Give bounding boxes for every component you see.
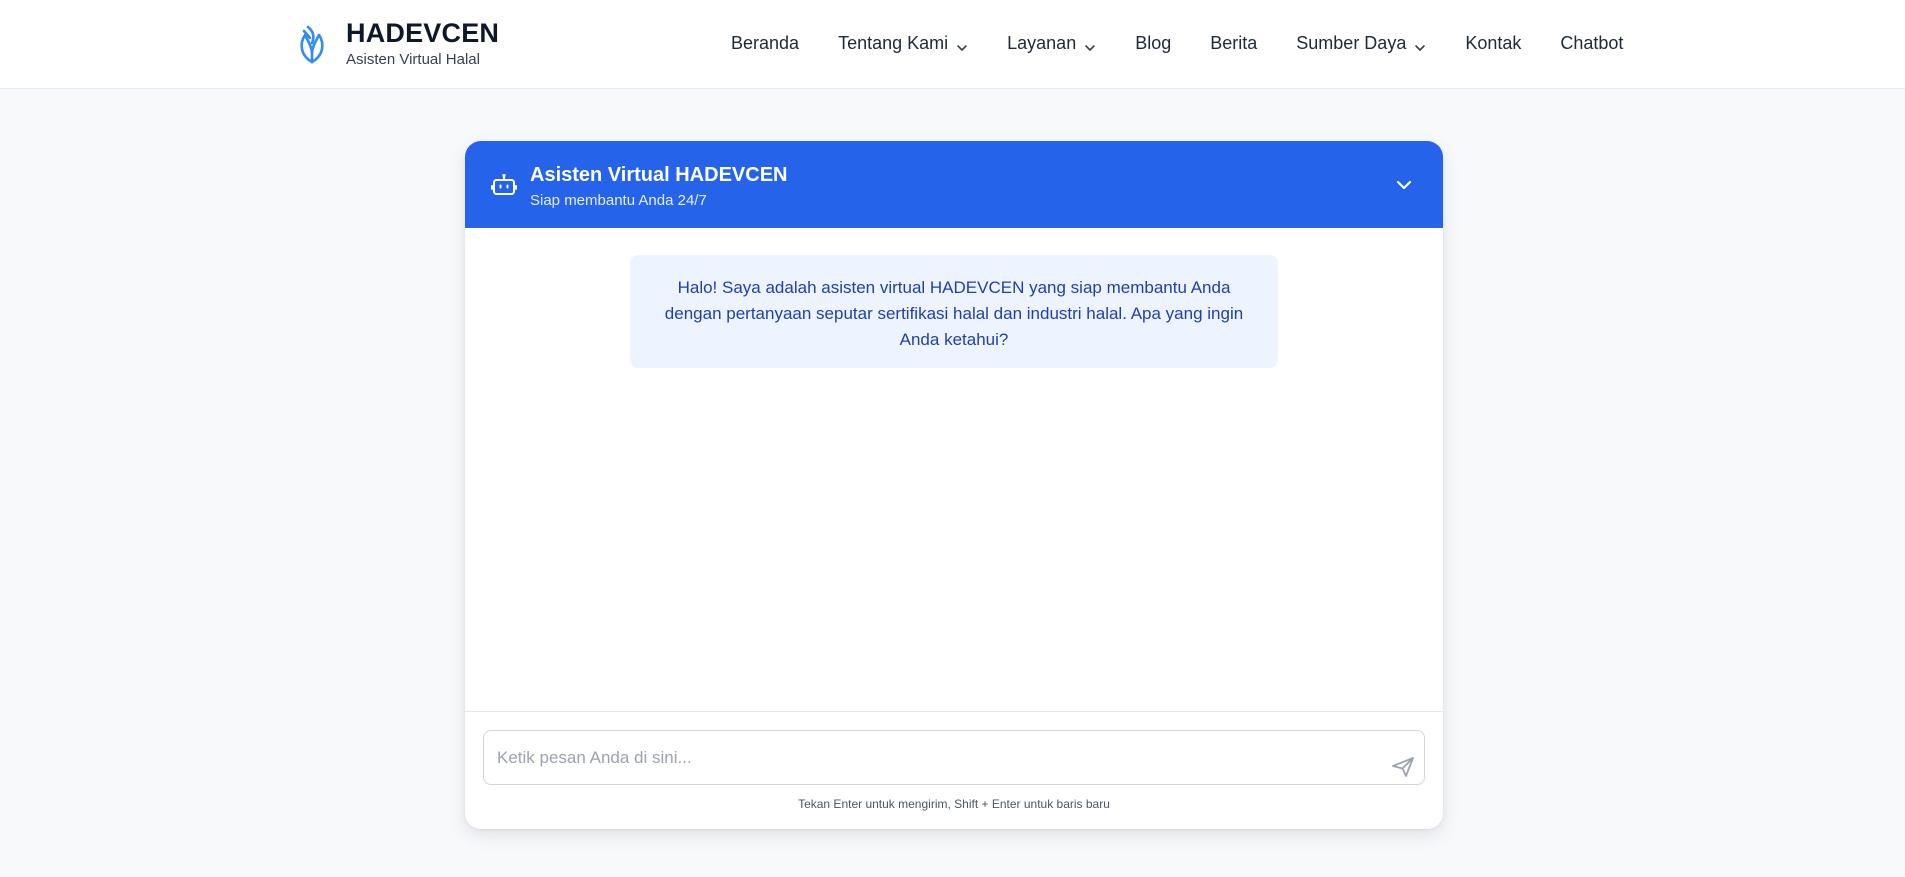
- chat-header: Asisten Virtual HADEVCEN Siap membantu A…: [465, 141, 1443, 228]
- chevron-down-icon: [1414, 37, 1426, 51]
- nav-item-layanan[interactable]: Layanan: [1007, 32, 1096, 54]
- chat-subtitle: Siap membantu Anda 24/7: [530, 192, 707, 209]
- robot-icon: [491, 173, 517, 197]
- nav-item-label: Berita: [1210, 33, 1258, 53]
- bot-message: Halo! Saya adalah asisten virtual HADEVC…: [630, 255, 1278, 368]
- message-list[interactable]: Halo! Saya adalah asisten virtual HADEVC…: [465, 228, 1443, 652]
- chat-widget: Asisten Virtual HADEVCEN Siap membantu A…: [465, 141, 1443, 829]
- nav-item-berita[interactable]: Berita: [1210, 32, 1257, 54]
- nav-item-label: Chatbot: [1560, 33, 1624, 53]
- nav-item-sumber-daya[interactable]: Sumber Daya: [1296, 32, 1426, 54]
- message-input[interactable]: [484, 731, 1424, 784]
- chevron-down-icon: [1084, 37, 1096, 51]
- send-icon[interactable]: [1390, 755, 1416, 779]
- leaf-logo-icon: [296, 22, 328, 66]
- input-hint: Tekan Enter untuk mengirim, Shift + Ente…: [798, 797, 1110, 811]
- nav-item-blog[interactable]: Blog: [1135, 32, 1171, 54]
- brand-subtitle: Asisten Virtual Halal: [346, 51, 480, 68]
- brand-title: HADEVCEN: [346, 18, 500, 48]
- chevron-down-icon: [956, 37, 968, 51]
- nav-item-tentang-kami[interactable]: Tentang Kami: [838, 32, 968, 54]
- nav-item-label: Kontak: [1465, 33, 1522, 53]
- brand[interactable]: HADEVCEN Asisten Virtual Halal: [296, 18, 499, 69]
- brand-text: HADEVCEN Asisten Virtual Halal: [346, 18, 499, 69]
- nav-item-label: Sumber Daya: [1296, 33, 1407, 53]
- nav-item-label: Blog: [1135, 33, 1172, 53]
- nav-item-chatbot[interactable]: Chatbot: [1560, 32, 1623, 54]
- nav-item-label: Beranda: [731, 33, 800, 53]
- message-input-wrapper: [483, 730, 1425, 785]
- nav-item-label: Tentang Kami: [838, 33, 949, 53]
- nav-item-kontak[interactable]: Kontak: [1465, 32, 1521, 54]
- top-navbar: HADEVCEN Asisten Virtual Halal Beranda T…: [0, 0, 1905, 89]
- chat-composer: Tekan Enter untuk mengirim, Shift + Ente…: [465, 711, 1443, 829]
- chat-title: Asisten Virtual HADEVCEN: [530, 164, 788, 186]
- chevron-down-icon[interactable]: [1395, 176, 1413, 194]
- main-nav: Beranda Tentang Kami Layanan Blog Berita…: [731, 32, 1623, 54]
- nav-item-label: Layanan: [1007, 33, 1077, 53]
- nav-item-beranda[interactable]: Beranda: [731, 32, 799, 54]
